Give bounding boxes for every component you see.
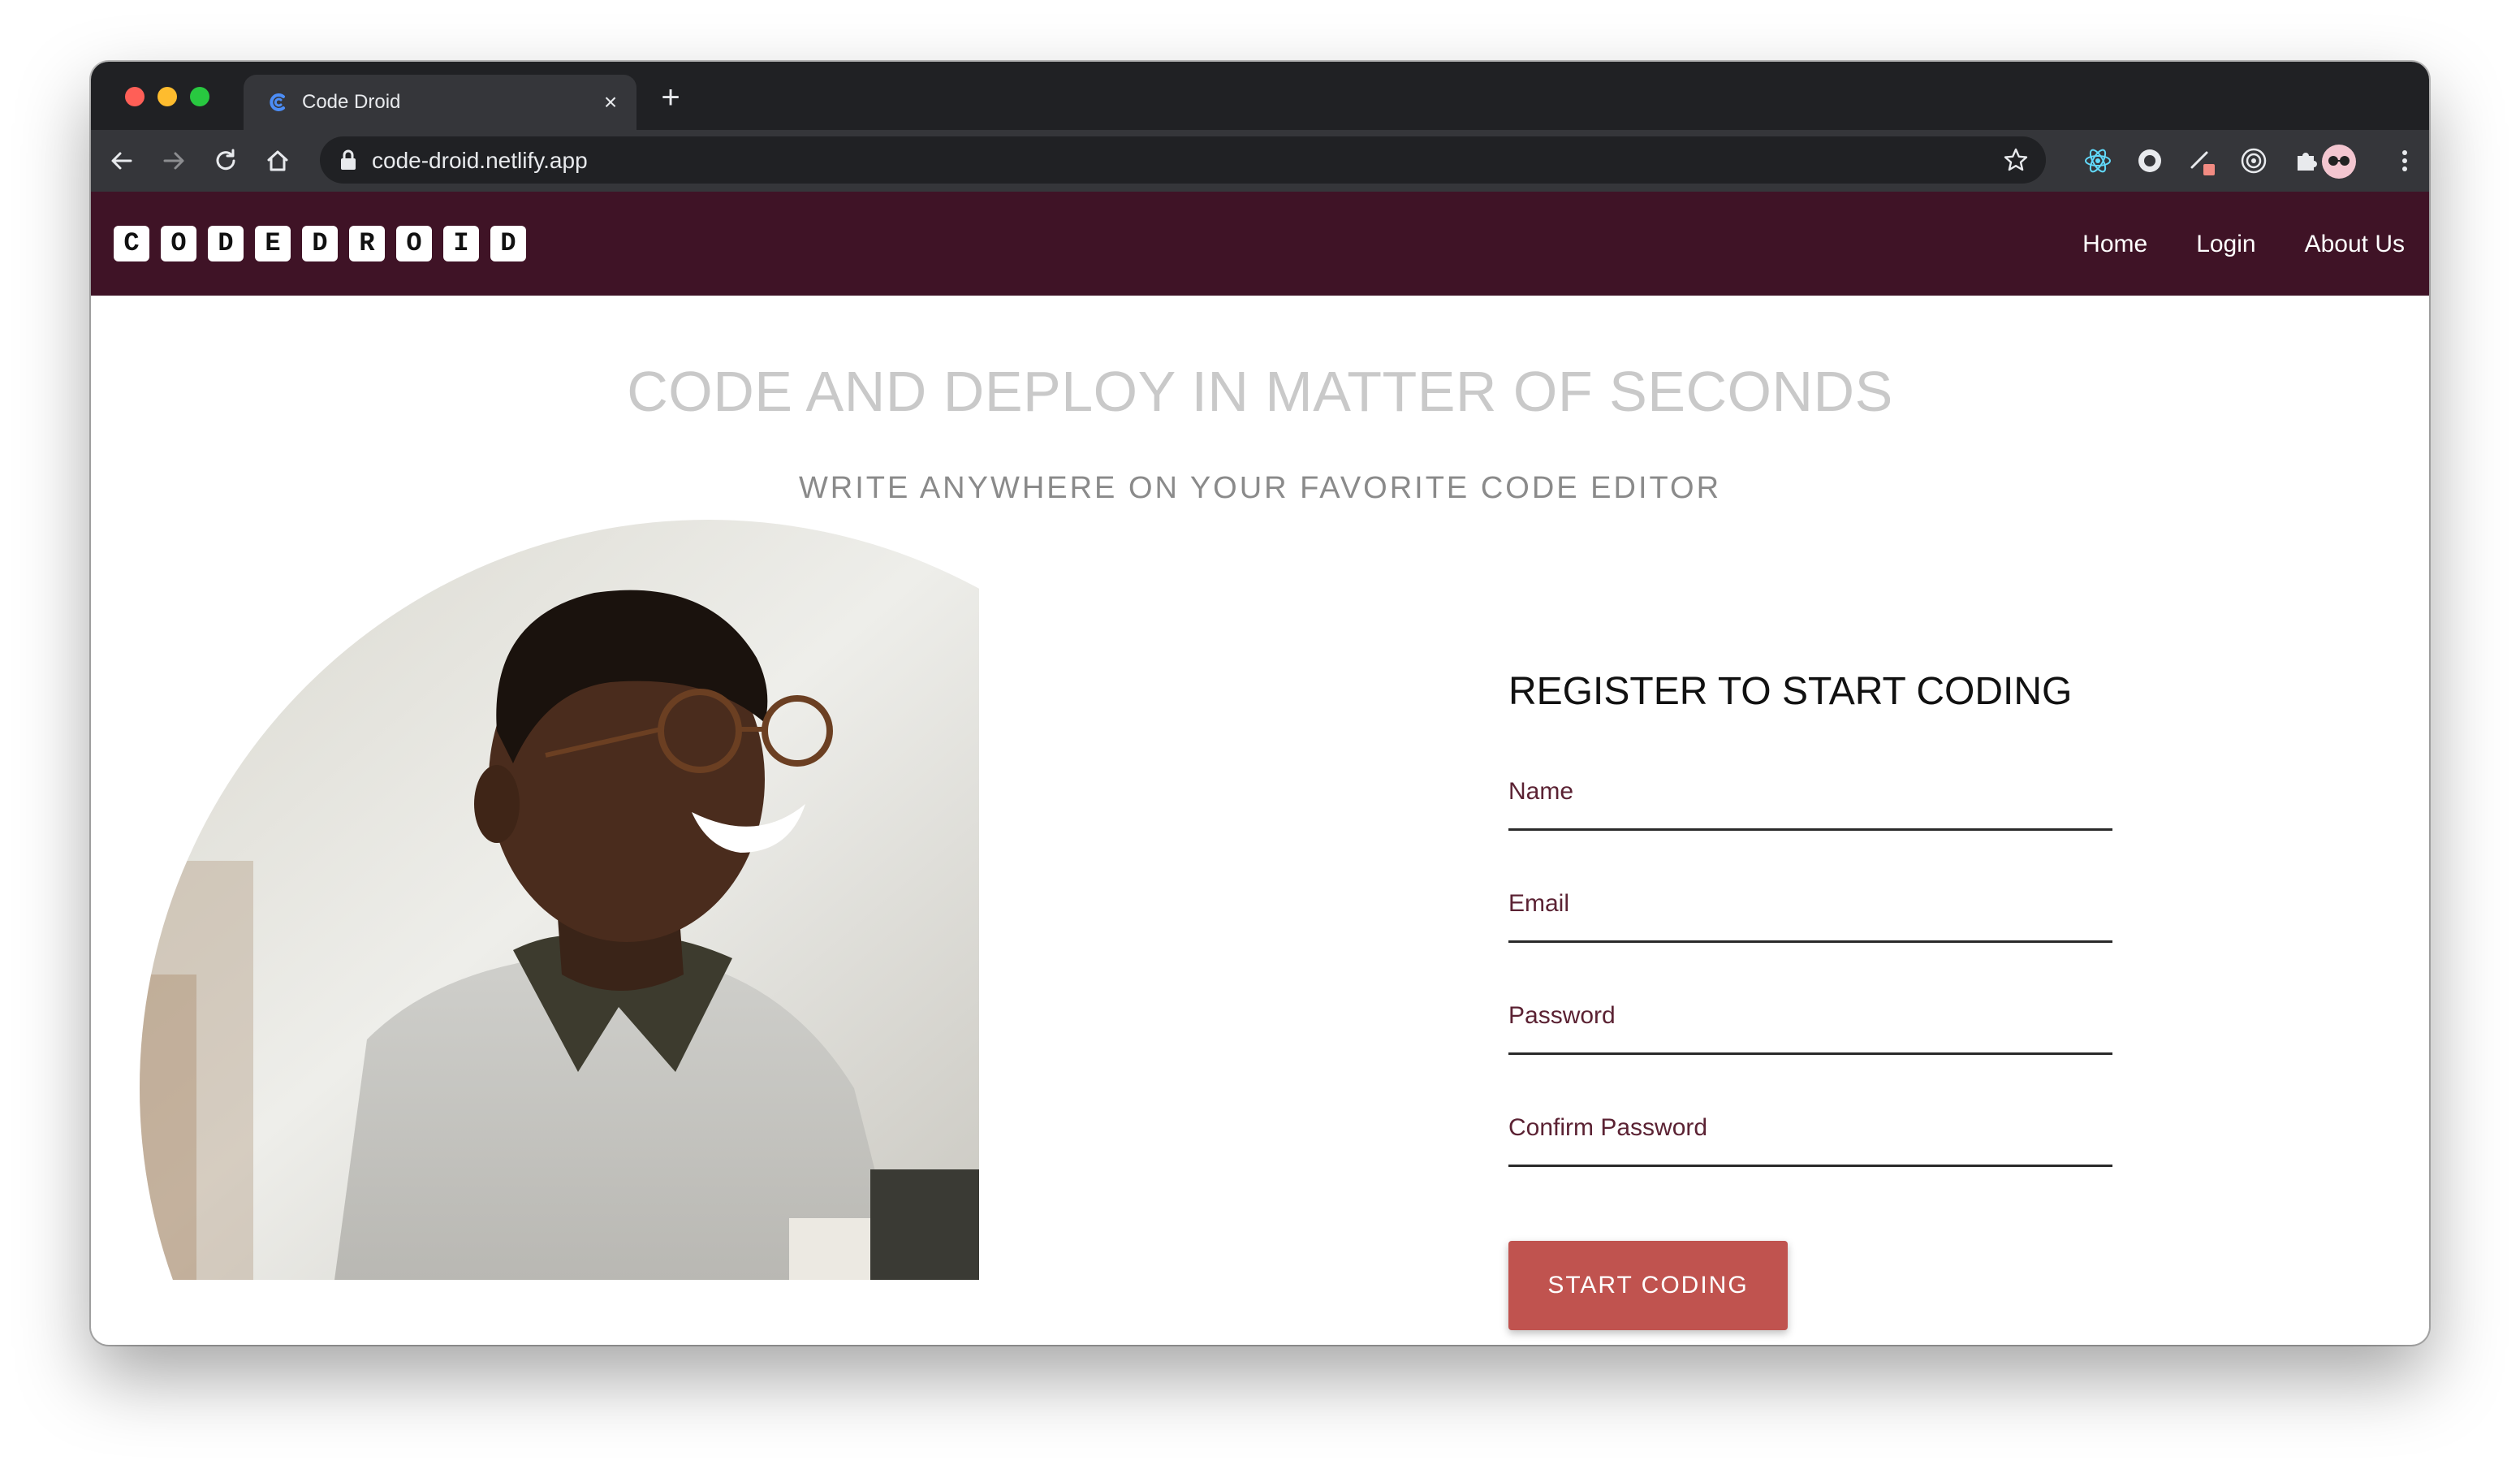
url-text: code-droid.netlify.app <box>372 148 588 173</box>
code-droid-logo[interactable]: C O D E D R O I D <box>114 226 526 261</box>
react-devtools-icon[interactable] <box>2082 145 2114 177</box>
target-extension-icon[interactable] <box>2237 145 2270 177</box>
close-window-button[interactable] <box>125 87 145 106</box>
site-header: C O D E D R O I D Home Login About Us <box>91 192 2429 296</box>
back-arrow-icon[interactable] <box>106 145 138 177</box>
home-icon[interactable] <box>261 145 294 177</box>
tab-title: Code Droid <box>302 91 401 113</box>
email-field[interactable]: Email <box>1508 888 2116 943</box>
confirm-password-input[interactable] <box>1508 1113 2116 1166</box>
browser-toolbar: code-droid.netlify.app <box>91 130 2429 192</box>
logo-letter: R <box>349 226 385 261</box>
start-coding-button[interactable]: START CODING <box>1508 1241 1788 1330</box>
hero-subtitle: WRITE ANYWHERE ON YOUR FAVORITE CODE EDI… <box>798 471 1722 505</box>
logo-letter: D <box>302 226 338 261</box>
logo-letter: D <box>490 226 526 261</box>
color-picker-extension-icon[interactable] <box>2186 145 2218 177</box>
lock-icon[interactable] <box>339 149 357 171</box>
logo-letter: O <box>396 226 432 261</box>
browser-window: Code Droid × + code-droid.netlify.app C … <box>91 62 2429 1345</box>
nav-home-link[interactable]: Home <box>2082 231 2147 258</box>
maximize-window-button[interactable] <box>190 87 209 106</box>
reload-icon[interactable] <box>209 145 242 177</box>
password-field[interactable]: Password <box>1508 1000 2116 1055</box>
confirm-password-field[interactable]: Confirm Password <box>1508 1113 2116 1167</box>
name-field[interactable]: Name <box>1508 776 2116 831</box>
close-tab-icon[interactable]: × <box>598 89 624 115</box>
minimize-window-button[interactable] <box>158 87 177 106</box>
extension-circle-icon[interactable] <box>2134 145 2166 177</box>
logo-letter: O <box>161 226 196 261</box>
hero-title: CODE AND DEPLOY IN MATTER OF SECONDS <box>627 360 1893 423</box>
logo-letter: C <box>114 226 149 261</box>
nav-login-link[interactable]: Login <box>2196 231 2255 258</box>
password-input[interactable] <box>1508 1000 2116 1054</box>
bookmark-star-icon[interactable] <box>2002 146 2030 174</box>
address-bar[interactable]: code-droid.netlify.app <box>320 136 2046 184</box>
browser-menu-icon[interactable] <box>2388 145 2421 177</box>
code-droid-favicon-icon <box>270 93 285 111</box>
register-title: REGISTER TO START CODING <box>1508 670 2073 713</box>
logo-letter: D <box>208 226 244 261</box>
profile-avatar-icon[interactable] <box>2322 145 2356 179</box>
nav-about-link[interactable]: About Us <box>2305 231 2405 258</box>
name-input[interactable] <box>1508 776 2116 830</box>
hero-photo <box>91 520 979 1280</box>
email-input[interactable] <box>1508 888 2116 942</box>
logo-letter: E <box>255 226 291 261</box>
puzzle-extensions-icon[interactable] <box>2289 145 2322 177</box>
new-tab-icon[interactable]: + <box>654 81 687 114</box>
browser-tab[interactable]: Code Droid × <box>244 75 636 130</box>
tab-strip: Code Droid × + <box>91 62 2429 130</box>
logo-letter: I <box>443 226 479 261</box>
site-nav: Home Login About Us <box>2082 231 2405 258</box>
forward-arrow-icon[interactable] <box>158 145 190 177</box>
